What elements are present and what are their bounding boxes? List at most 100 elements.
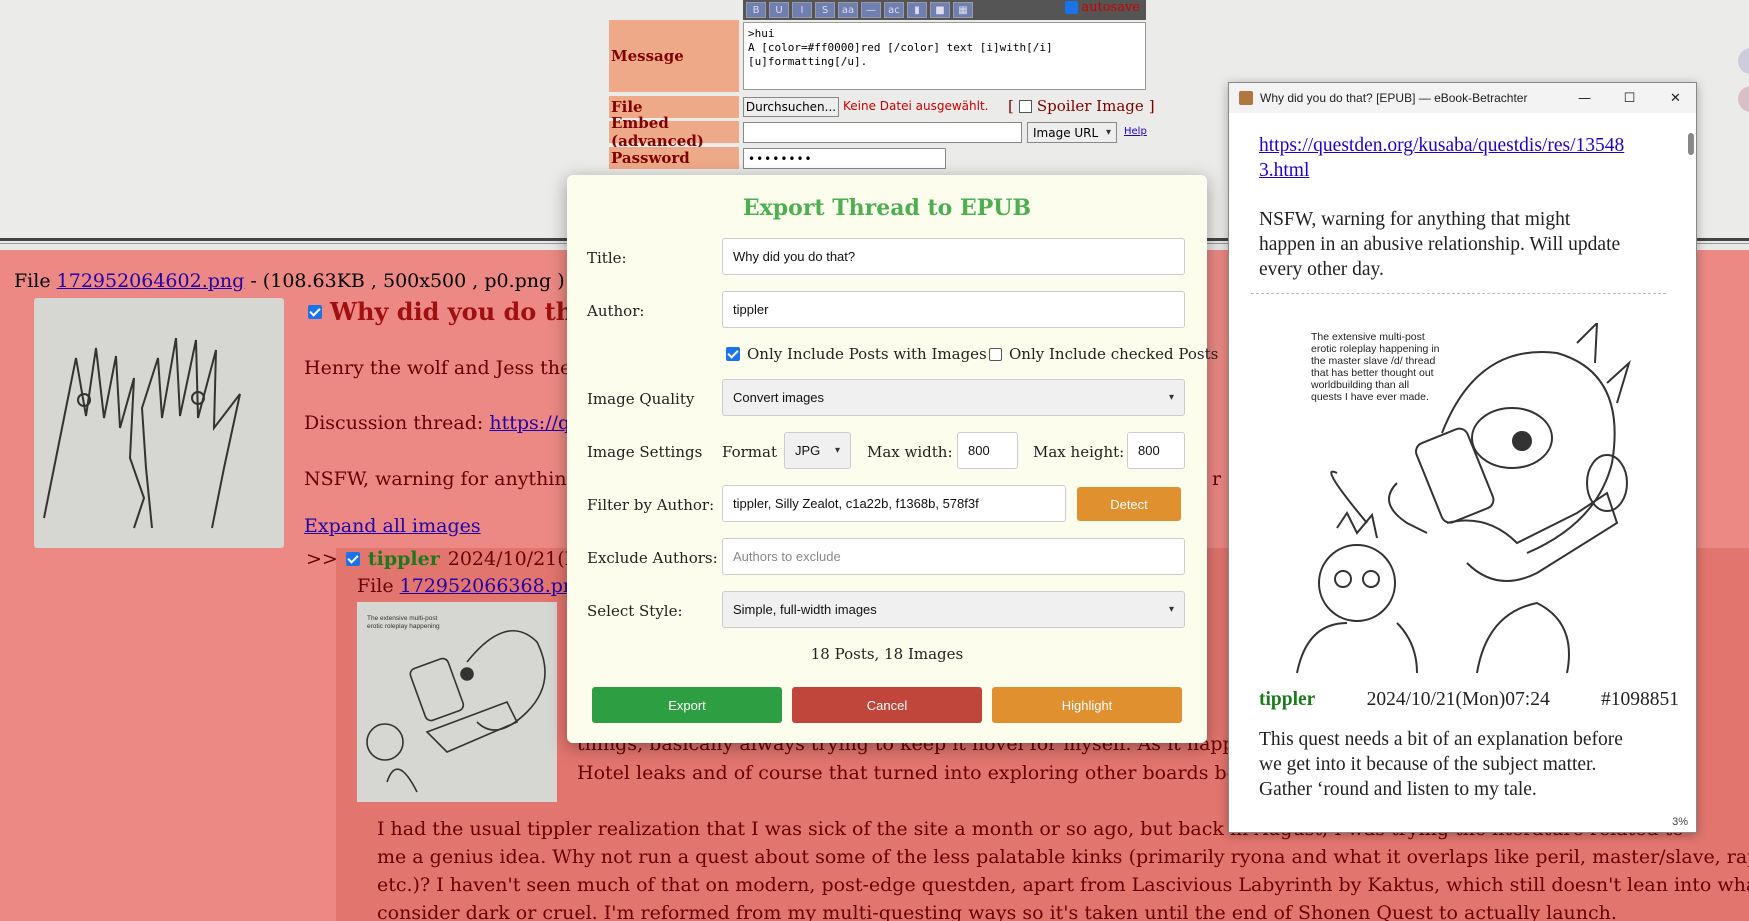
reply-date: 2024/10/21(M	[447, 548, 585, 570]
reply-para-2: me a genius idea. Why not run a quest ab…	[377, 846, 1749, 868]
viewer-window-title: Why did you do that? [EPUB] — eBook-Betr…	[1260, 91, 1528, 105]
spoiler-label: Spoiler Image	[1036, 97, 1144, 115]
italic-button[interactable]: I	[792, 2, 812, 18]
thread-link-line-1[interactable]: https://questden.org/kusaba/questdis/res…	[1259, 135, 1624, 156]
only-checked-option[interactable]: Only Include checked Posts	[989, 345, 1218, 363]
spoiler-format-button[interactable]: aa	[838, 2, 858, 18]
browse-button[interactable]: Durchsuchen...	[743, 97, 839, 117]
expand-images-link[interactable]: Expand all images	[304, 515, 481, 537]
op-title: Why did you do tha	[308, 297, 589, 326]
style-select[interactable]: Simple, full-width images ▾	[722, 591, 1185, 628]
image-settings-label: Image Settings	[587, 443, 703, 461]
export-button[interactable]: Export	[592, 687, 782, 723]
image-button[interactable]: ▦	[953, 2, 973, 18]
post-separator	[1251, 293, 1666, 294]
spoiler-close-bracket: ]	[1148, 97, 1155, 115]
intro-text: NSFW, warning for anything that might ha…	[1259, 207, 1620, 282]
reply-para-4: consider dark or cruel. I'm reformed fro…	[377, 902, 1617, 921]
strike-button[interactable]: S	[815, 2, 835, 18]
reply-para-3: etc.)? I haven't seen much of that on mo…	[377, 874, 1749, 896]
cancel-button[interactable]: Cancel	[792, 687, 982, 723]
reply-line-b: Hotel leaks and of course that turned in…	[577, 762, 1266, 784]
image-quality-value: Convert images	[733, 390, 825, 405]
format-value: JPG	[795, 443, 821, 458]
quote-button[interactable]: ▮	[907, 2, 927, 18]
only-images-label: Only Include Posts with Images	[747, 345, 987, 363]
embed-type-value: Image URL	[1033, 125, 1099, 140]
minimize-icon[interactable]: —	[1562, 83, 1607, 113]
reply-checkbox[interactable]	[345, 552, 360, 566]
maximize-icon[interactable]: ☐	[1607, 83, 1652, 113]
only-images-checkbox[interactable]	[726, 347, 740, 361]
op-checkbox[interactable]	[308, 304, 322, 319]
embed-input[interactable]	[743, 122, 1022, 143]
message-label: Message	[609, 20, 739, 92]
spoiler-checkbox[interactable]	[1018, 99, 1032, 113]
title-label: Title:	[587, 249, 627, 267]
intro-line-2: happen in an abusive relationship. Will …	[1259, 234, 1621, 255]
discussion-link[interactable]: https://q	[489, 412, 570, 434]
title-input[interactable]: Why did you do that?	[722, 238, 1185, 275]
exclude-authors-input[interactable]: Authors to exclude	[722, 538, 1185, 575]
svg-text:erotic roleplay happening: erotic roleplay happening	[367, 623, 440, 630]
embed-type-select[interactable]: Image URL ▾	[1027, 122, 1117, 143]
op-file-prefix: File	[14, 270, 51, 292]
max-height-label: Max height:	[1033, 443, 1125, 461]
image-quality-label: Image Quality	[587, 390, 695, 408]
max-height-input[interactable]: 800	[1127, 432, 1185, 469]
op-image[interactable]	[34, 298, 284, 548]
autosave-checkbox[interactable]	[1065, 1, 1079, 14]
max-width-label: Max width:	[867, 443, 953, 461]
ebook-app-icon	[1239, 91, 1253, 105]
op-line-1: Henry the wolf and Jess the	[304, 357, 572, 379]
message-textarea[interactable]: >hui A [color=#ff0000]red [/color] text …	[743, 22, 1146, 90]
author-input[interactable]: tippler	[722, 291, 1185, 328]
color-button[interactable]: ■	[930, 2, 950, 18]
spoiler-open-bracket: [	[1008, 97, 1014, 115]
style-value: Simple, full-width images	[733, 602, 877, 617]
export-epub-dialog: Export Thread to EPUB Title: Why did you…	[567, 175, 1218, 743]
reading-progress: 3%	[1672, 816, 1688, 828]
code-button[interactable]: ac	[884, 2, 904, 18]
chevron-down-icon: ▾	[834, 445, 840, 456]
author-label: Author:	[587, 302, 645, 320]
only-checked-checkbox[interactable]	[989, 347, 1002, 361]
chevron-down-icon: ▾	[1105, 127, 1111, 138]
op-file-meta: - (108.63KB , 500x500 , p0.png )	[244, 270, 565, 292]
password-input[interactable]: ••••••••	[743, 148, 946, 169]
op-line-3: NSFW, warning for anything	[304, 468, 579, 490]
phone-sketch-large-image: The extensive multi-post erotic roleplay…	[1296, 320, 1631, 674]
expand-images-text[interactable]: Expand all images	[304, 515, 481, 537]
close-icon[interactable]: ✕	[1653, 83, 1698, 113]
post-header: tippler 2024/10/21(Mon)07:24 #1098851	[1259, 687, 1679, 712]
thread-link[interactable]: https://questden.org/kusaba/questdis/res…	[1259, 133, 1624, 183]
line-button[interactable]: —	[861, 2, 881, 18]
detect-button[interactable]: Detect	[1077, 487, 1181, 521]
formatting-toolbar: B U I S aa — ac ▮ ■ ▦ autosave	[743, 0, 1146, 20]
thread-link-line-2[interactable]: 3.html	[1259, 160, 1309, 181]
phone-sketch-image: The extensive multi-post erotic roleplay…	[366, 615, 546, 793]
chevron-down-icon: ▾	[1168, 604, 1174, 615]
format-label: Format	[722, 443, 777, 461]
spoiler-option[interactable]: [ Spoiler Image ]	[1008, 97, 1155, 115]
filter-author-input[interactable]: tippler, Silly Zealot, c1a22b, f1368b, 5…	[722, 485, 1066, 522]
post-author: tippler	[1259, 689, 1316, 710]
post-image: The extensive multi-post erotic roleplay…	[1277, 320, 1633, 674]
max-width-input[interactable]: 800	[957, 432, 1018, 469]
reply-image[interactable]: The extensive multi-post erotic roleplay…	[357, 602, 557, 802]
viewer-scrollbar[interactable]	[1688, 133, 1694, 155]
reply-marker: >>	[306, 548, 338, 570]
image-quality-select[interactable]: Convert images ▾	[722, 379, 1185, 416]
bold-button[interactable]: B	[746, 2, 766, 18]
only-images-option[interactable]: Only Include Posts with Images	[726, 345, 987, 363]
highlight-button[interactable]: Highlight	[992, 687, 1182, 723]
filter-author-label: Filter by Author:	[587, 496, 715, 514]
underline-button[interactable]: U	[769, 2, 789, 18]
op-line-2: Discussion thread: https://q	[304, 412, 570, 434]
format-select[interactable]: JPG ▾	[784, 432, 851, 469]
autosave-toggle[interactable]: autosave	[1065, 0, 1140, 15]
reply-file-link[interactable]: 172952066368.png	[400, 575, 588, 597]
reply-header: >> tippler 2024/10/21(M	[306, 548, 584, 570]
op-file-link[interactable]: 172952064602.png	[57, 270, 245, 292]
help-link[interactable]: Help	[1124, 126, 1147, 137]
